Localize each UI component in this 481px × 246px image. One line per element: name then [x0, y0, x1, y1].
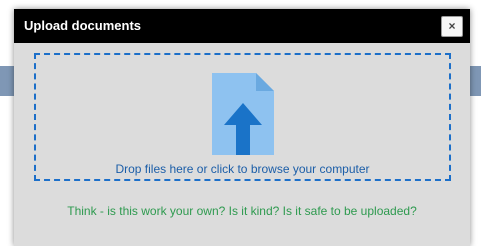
upload-dialog: Upload documents × Drop files here or cl…	[14, 9, 470, 246]
dropzone-instructions: Drop files here or click to browse your …	[115, 162, 370, 176]
dialog-title: Upload documents	[24, 18, 142, 33]
close-icon: ×	[448, 19, 456, 33]
file-dropzone[interactable]: Drop files here or click to browse your …	[34, 53, 451, 181]
file-upload-icon	[212, 73, 274, 155]
upload-hint: Think - is this work your own? Is it kin…	[67, 204, 417, 218]
dialog-header: Upload documents ×	[14, 9, 470, 43]
close-button[interactable]: ×	[441, 16, 463, 37]
